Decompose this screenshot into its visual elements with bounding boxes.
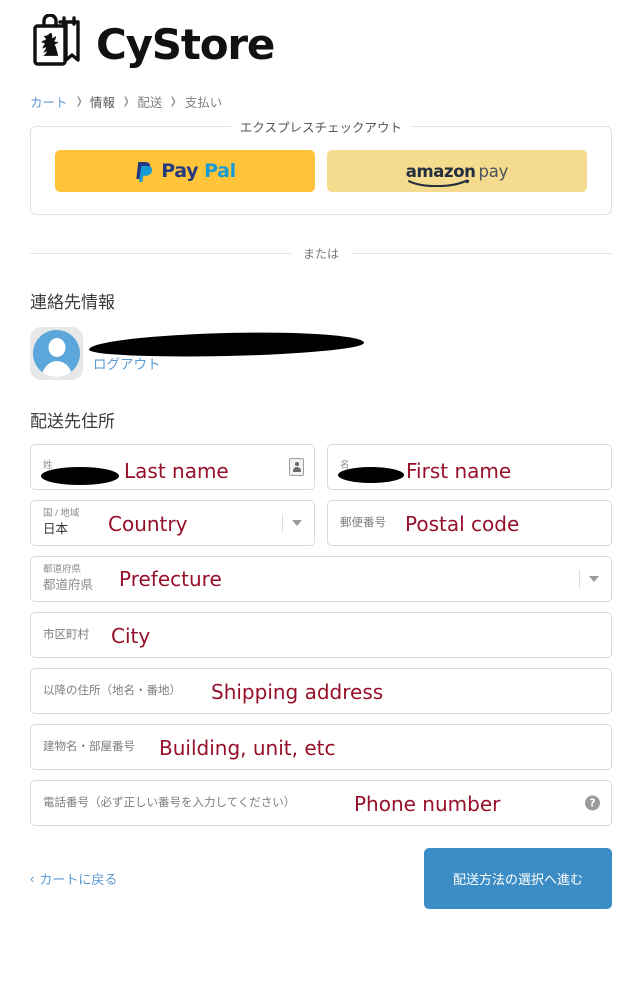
paypal-pal-text: Pal bbox=[204, 160, 236, 182]
address-label: 以降の住所（地名・番地） bbox=[43, 684, 181, 697]
first-name-label: 名 bbox=[340, 460, 350, 472]
logout-link[interactable]: ログアウト bbox=[93, 353, 161, 373]
address-annotation: Shipping address bbox=[211, 680, 384, 704]
amazon-pay-logo-icon: amazon pay bbox=[406, 161, 509, 187]
express-checkout-section: エクスプレスチェックアウト Pay Pal amazon pay bbox=[30, 117, 612, 215]
breadcrumb-item-shipping: 配送 bbox=[137, 95, 163, 110]
user-avatar-icon bbox=[30, 327, 83, 380]
postal-code-field[interactable]: 郵便番号 Postal code bbox=[327, 500, 612, 546]
avatar-circle bbox=[33, 330, 80, 377]
shipping-address-form: 姓 Last name 名 First name 国 / 地域 日本 Count… bbox=[30, 444, 612, 826]
prefecture-value: 都道府県 bbox=[43, 577, 94, 592]
amazon-smile-icon bbox=[407, 179, 469, 187]
divider-rule-right bbox=[351, 253, 613, 254]
amazon-pay-word: pay bbox=[478, 161, 509, 181]
country-postal-row: 国 / 地域 日本 Country 郵便番号 Postal code bbox=[30, 500, 612, 546]
last-name-field[interactable]: 姓 Last name bbox=[30, 444, 315, 490]
city-label: 市区町村 bbox=[43, 628, 89, 641]
contact-card-autofill-icon[interactable] bbox=[289, 458, 304, 476]
building-field[interactable]: 建物名・部屋番号 Building, unit, etc bbox=[30, 724, 612, 770]
shopping-bag-logo-icon[interactable] bbox=[30, 13, 88, 76]
name-row: 姓 Last name 名 First name bbox=[30, 444, 612, 490]
city-annotation: City bbox=[111, 624, 151, 648]
contact-info-row: ログアウト bbox=[30, 327, 612, 381]
building-row: 建物名・部屋番号 Building, unit, etc bbox=[30, 724, 612, 770]
last-name-annotation: Last name bbox=[124, 459, 229, 483]
phone-label: 電話番号（必ず正しい番号を入力してください） bbox=[43, 796, 296, 809]
breadcrumb: カート ❯ 情報 ❯ 配送 ❯ 支払い bbox=[0, 72, 642, 112]
prefecture-annotation: Prefecture bbox=[119, 567, 222, 591]
back-to-cart-link[interactable]: ‹ カートに戻る bbox=[30, 869, 117, 888]
postal-code-annotation: Postal code bbox=[405, 512, 520, 536]
contact-info-title: 連絡先情報 bbox=[30, 293, 115, 312]
help-question-icon[interactable]: ? bbox=[585, 795, 600, 811]
breadcrumb-separator-icon: ❯ bbox=[170, 95, 177, 107]
phone-row: 電話番号（必ず正しい番号を入力してください） Phone number ? bbox=[30, 780, 612, 826]
country-label: 国 / 地域 bbox=[43, 508, 80, 520]
site-header: CyStore bbox=[0, 0, 642, 72]
chevron-down-icon[interactable] bbox=[579, 570, 599, 588]
breadcrumb-item-information[interactable]: 情報 bbox=[90, 92, 115, 111]
prefecture-select-field[interactable]: 都道府県 都道府県 Prefecture bbox=[30, 556, 612, 602]
continue-to-shipping-button[interactable]: 配送方法の選択へ進む bbox=[424, 848, 612, 909]
avatar-body bbox=[40, 361, 73, 377]
address-field[interactable]: 以降の住所（地名・番地） Shipping address bbox=[30, 668, 612, 714]
or-divider: または bbox=[30, 245, 613, 262]
divider-label: または bbox=[303, 247, 340, 261]
address-row: 以降の住所（地名・番地） Shipping address bbox=[30, 668, 612, 714]
breadcrumb-separator-icon: ❯ bbox=[75, 95, 83, 107]
last-name-label: 姓 bbox=[43, 460, 53, 472]
chevron-down-icon[interactable] bbox=[282, 514, 302, 532]
phone-annotation: Phone number bbox=[354, 792, 501, 816]
express-checkout-legend: エクスプレスチェックアウト bbox=[230, 117, 412, 136]
prefecture-label: 都道府県 bbox=[43, 564, 82, 576]
amazon-pay-button[interactable]: amazon pay bbox=[327, 150, 587, 192]
country-value: 日本 bbox=[43, 521, 69, 536]
form-footer: ‹ カートに戻る 配送方法の選択へ進む bbox=[30, 848, 612, 909]
contact-details: ログアウト bbox=[93, 327, 161, 373]
shipping-address-title: 配送先住所 bbox=[30, 412, 115, 431]
divider-rule-left bbox=[30, 253, 291, 254]
paypal-pay-text: Pay bbox=[161, 160, 199, 182]
avatar-head bbox=[48, 338, 65, 357]
postal-code-label: 郵便番号 bbox=[340, 516, 386, 529]
breadcrumb-separator-icon: ❯ bbox=[122, 95, 130, 107]
first-name-field[interactable]: 名 First name bbox=[327, 444, 612, 490]
back-to-cart-label: カートに戻る bbox=[39, 872, 118, 887]
brand-name: CyStore bbox=[96, 20, 275, 69]
phone-field[interactable]: 電話番号（必ず正しい番号を入力してください） Phone number ? bbox=[30, 780, 612, 826]
building-annotation: Building, unit, etc bbox=[159, 736, 336, 760]
city-field[interactable]: 市区町村 City bbox=[30, 612, 612, 658]
country-select-field[interactable]: 国 / 地域 日本 Country bbox=[30, 500, 315, 546]
paypal-logo-icon: Pay Pal bbox=[134, 160, 236, 182]
paypal-button[interactable]: Pay Pal bbox=[55, 150, 315, 192]
first-name-annotation: First name bbox=[406, 459, 512, 483]
city-row: 市区町村 City bbox=[30, 612, 612, 658]
chevron-left-icon: ‹ bbox=[30, 871, 35, 886]
breadcrumb-item-cart[interactable]: カート bbox=[30, 92, 68, 111]
country-annotation: Country bbox=[108, 512, 188, 536]
express-checkout-box: Pay Pal amazon pay bbox=[30, 126, 612, 215]
building-label: 建物名・部屋番号 bbox=[43, 740, 135, 753]
checkout-page: CyStore カート ❯ 情報 ❯ 配送 ❯ 支払い エクスプレスチェックアウ… bbox=[0, 0, 642, 990]
prefecture-row: 都道府県 都道府県 Prefecture bbox=[30, 556, 612, 602]
breadcrumb-item-payment: 支払い bbox=[184, 95, 223, 110]
